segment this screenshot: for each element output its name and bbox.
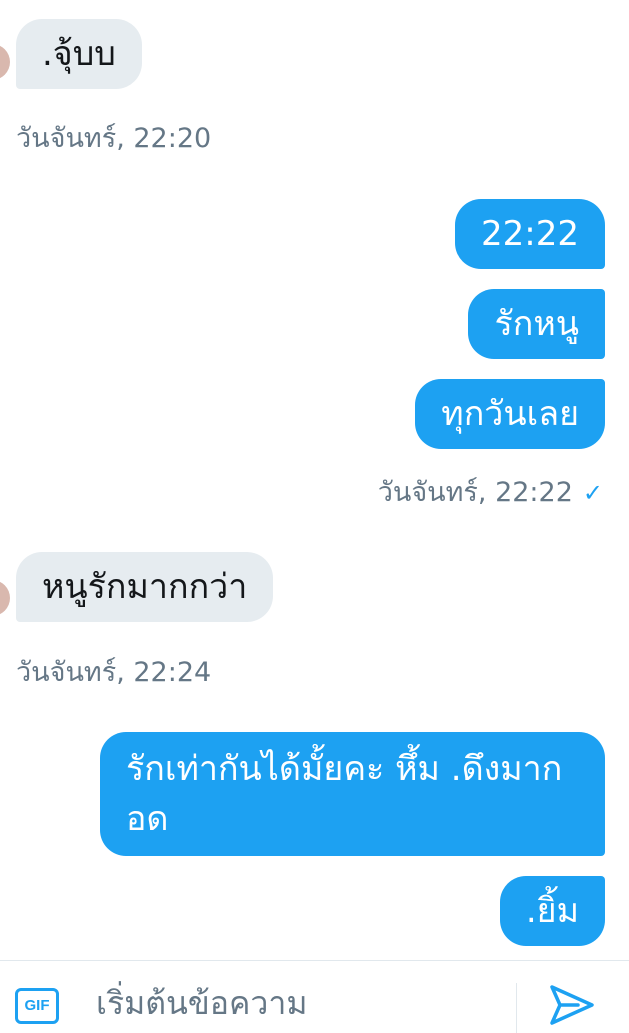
message-timestamp: วันจันทร์, 22:24 bbox=[16, 657, 212, 688]
outgoing-message-bubble[interactable]: รักเท่ากันได้มั้ยคะ หึ้ม .ดึงมากอด bbox=[100, 732, 605, 856]
message-timestamp: วันจันทร์, 22:22 ✓ bbox=[377, 477, 603, 508]
message-input[interactable] bbox=[96, 979, 496, 1027]
read-check-icon: ✓ bbox=[582, 479, 603, 507]
message-text: ทุกวันเลย bbox=[441, 394, 579, 434]
send-button[interactable] bbox=[546, 983, 598, 1027]
message-text: 22:22 bbox=[481, 214, 579, 254]
message-text: .ยิ้ม bbox=[525, 891, 579, 931]
message-thread[interactable]: .จุ้บบ วันจันทร์, 22:20 22:22 รักหนู ทุก… bbox=[0, 0, 629, 960]
message-text: .จุ้บบ bbox=[42, 34, 116, 74]
outgoing-message-bubble[interactable]: .ยิ้ม bbox=[499, 876, 605, 946]
outgoing-message-bubble[interactable]: 22:22 bbox=[455, 199, 605, 269]
message-timestamp: วันจันทร์, 22:20 bbox=[16, 123, 212, 154]
composer-divider bbox=[516, 983, 517, 1033]
outgoing-message-bubble[interactable]: รักหนู bbox=[468, 289, 605, 359]
gif-button[interactable]: GIF bbox=[15, 988, 59, 1024]
message-text: รักหนู bbox=[494, 304, 579, 344]
send-icon bbox=[550, 985, 594, 1025]
incoming-message-bubble[interactable]: .จุ้บบ bbox=[16, 19, 142, 89]
outgoing-message-bubble[interactable]: ทุกวันเลย bbox=[415, 379, 605, 449]
incoming-message-bubble[interactable]: หนูรักมากกว่า bbox=[16, 552, 274, 622]
avatar[interactable] bbox=[0, 580, 10, 616]
message-text: รักเท่ากันได้มั้ยคะ หึ้ม .ดึงมากอด bbox=[126, 749, 563, 839]
message-composer: GIF bbox=[0, 960, 629, 1033]
message-text: หนูรักมากกว่า bbox=[42, 567, 248, 607]
avatar[interactable] bbox=[0, 44, 10, 80]
